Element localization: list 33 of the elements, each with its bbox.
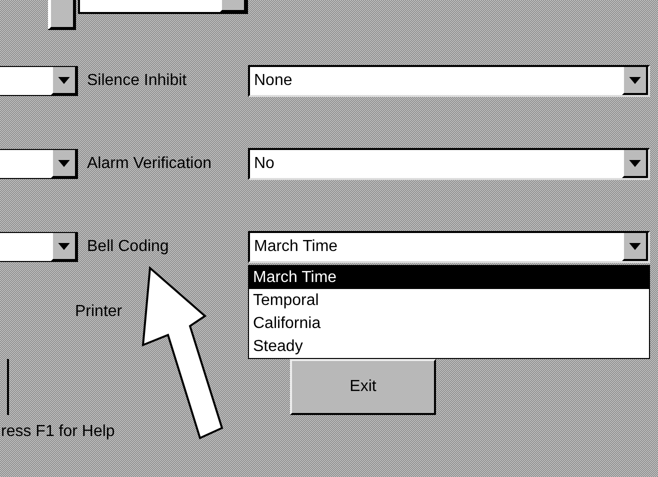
status-text: ress F1 for Help — [1, 423, 116, 441]
dropdown-button[interactable] — [51, 67, 77, 95]
dropdown-option[interactable]: Temporal — [249, 289, 649, 312]
dropdown-button[interactable] — [51, 233, 77, 261]
dropdown-button[interactable] — [51, 150, 77, 178]
field-label: Alarm Verification — [86, 155, 212, 173]
dropdown-button[interactable] — [622, 67, 648, 95]
caret-icon — [629, 242, 641, 250]
caret-icon — [58, 242, 70, 250]
dropdown-button[interactable] — [622, 150, 648, 178]
combo-value: No — [253, 155, 274, 173]
dropdown-option[interactable]: March Time — [249, 266, 649, 289]
combo-value: None — [253, 72, 292, 90]
dropdown-option[interactable]: Steady — [249, 335, 649, 358]
combo-box[interactable] — [0, 149, 78, 179]
caret-icon — [629, 160, 641, 166]
dropdown-button[interactable] — [220, 0, 246, 12]
dropdown-button[interactable] — [622, 233, 648, 261]
combo-box[interactable]: No — [248, 148, 650, 180]
exit-button[interactable]: Exit — [290, 359, 436, 415]
combo-value: March Time — [253, 238, 338, 256]
field-label: Printer — [75, 303, 122, 321]
combo-box[interactable]: None — [248, 65, 650, 97]
field-label: Bell Coding — [86, 238, 170, 256]
arrow-icon — [140, 265, 226, 441]
caret-icon — [629, 76, 641, 84]
combo-box[interactable] — [0, 232, 78, 262]
combo-box[interactable] — [78, 0, 248, 14]
field-label: Silence Inhibit — [86, 72, 188, 90]
caret-icon — [58, 160, 70, 166]
dropdown-option[interactable]: California — [249, 312, 649, 335]
combo-box[interactable] — [0, 66, 78, 96]
caret-icon — [58, 76, 70, 84]
